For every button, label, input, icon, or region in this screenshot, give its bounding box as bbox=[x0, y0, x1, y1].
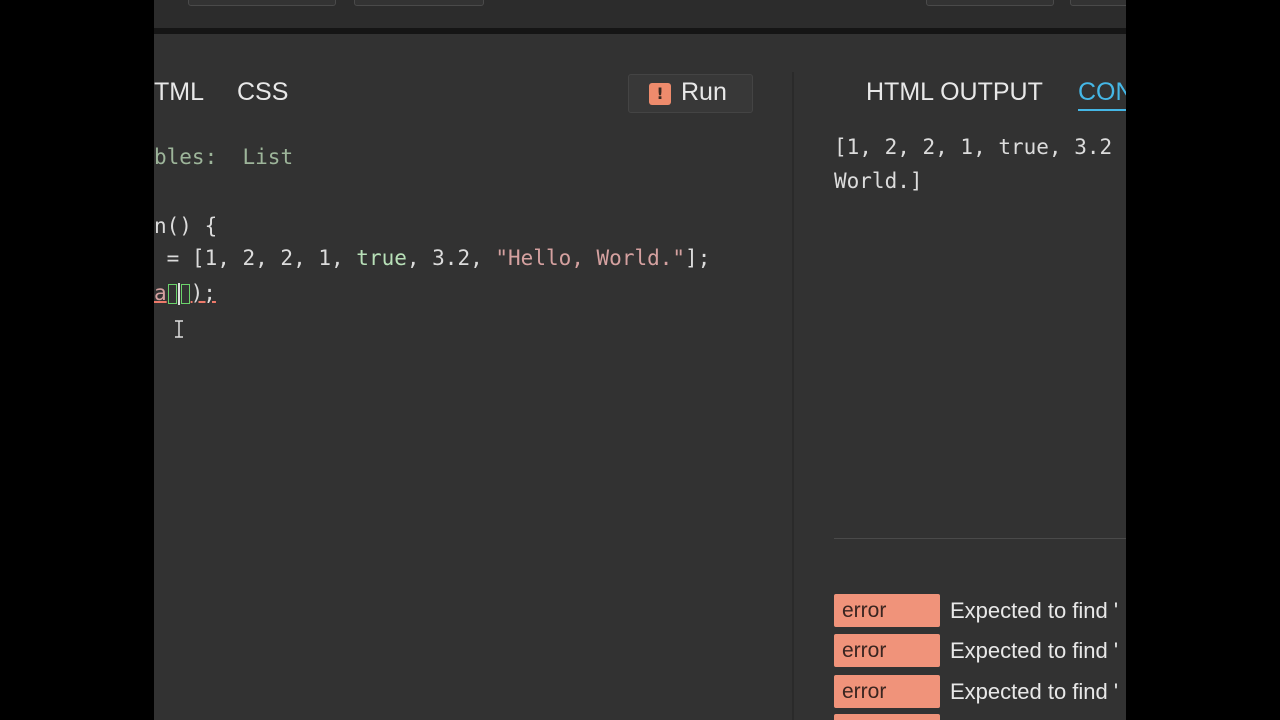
assign-mid: , 3.2, bbox=[406, 246, 496, 270]
error-badge: error bbox=[834, 675, 940, 708]
call-end: ); bbox=[190, 281, 216, 305]
error-message: Expected to find ' bbox=[950, 679, 1119, 704]
code-playground-window: TML CSS ! Run bles: List n() { = [1, 2, … bbox=[154, 0, 1126, 720]
top-toolbar bbox=[154, 0, 1126, 34]
code-line-call: a); bbox=[154, 281, 216, 305]
toolbar-button[interactable] bbox=[188, 0, 336, 6]
error-badge: error bbox=[834, 594, 940, 627]
html-output-text: [1, 2, 2, 1, true, 3.2 World.] bbox=[834, 135, 1113, 193]
bracket-match-open bbox=[167, 284, 177, 304]
keyword-true: true bbox=[356, 246, 407, 270]
console-separator bbox=[834, 538, 1126, 539]
run-button-label: Run bbox=[681, 78, 727, 106]
tab-html[interactable]: TML bbox=[154, 78, 204, 107]
panel-divider[interactable] bbox=[792, 72, 794, 720]
error-identifier: a bbox=[154, 281, 167, 305]
tab-html-output[interactable]: HTML OUTPUT bbox=[866, 78, 1043, 107]
tab-css[interactable]: CSS bbox=[237, 78, 288, 107]
code-line-assign: = [1, 2, 2, 1, true, 3.2, "Hello, World.… bbox=[154, 246, 711, 270]
string-literal: "Hello, World." bbox=[495, 246, 686, 270]
toolbar-button[interactable] bbox=[1070, 0, 1126, 6]
comment-value: List bbox=[242, 145, 294, 169]
toolbar-button[interactable] bbox=[354, 0, 484, 6]
error-message: Expected to find ' bbox=[950, 598, 1119, 623]
assign-prefix: = [1, 2, 2, 1, bbox=[154, 246, 357, 270]
comment-text: bles: bbox=[154, 145, 218, 169]
toolbar-button[interactable] bbox=[926, 0, 1054, 6]
error-badge: error bbox=[834, 634, 940, 667]
error-badge bbox=[834, 714, 940, 720]
code-line-function: n() { bbox=[154, 214, 218, 238]
ibeam-cursor-icon bbox=[175, 320, 183, 338]
text-cursor bbox=[177, 283, 180, 305]
run-button[interactable]: ! Run bbox=[628, 74, 753, 113]
code-line-comment: bles: List bbox=[154, 145, 293, 169]
toolbar-divider bbox=[154, 28, 1126, 34]
tab-console[interactable]: CON bbox=[1078, 78, 1126, 111]
warning-icon: ! bbox=[649, 83, 671, 105]
error-message: Expected to find ' bbox=[950, 638, 1119, 663]
bracket-match-close bbox=[180, 284, 190, 304]
assign-end: ]; bbox=[685, 246, 711, 270]
